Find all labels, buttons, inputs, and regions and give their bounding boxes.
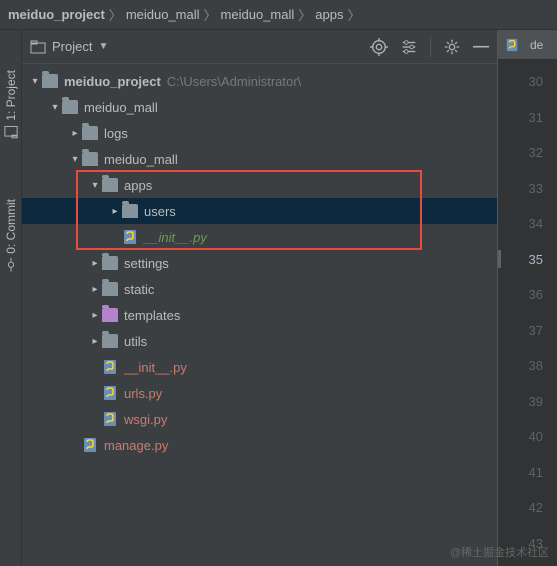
python-file-icon bbox=[504, 37, 520, 53]
line-number[interactable]: 39 bbox=[498, 384, 557, 420]
tree-node[interactable]: ▸ static bbox=[22, 276, 497, 302]
chevron-down-icon[interactable]: ▾ bbox=[68, 154, 82, 165]
watermark: @稀土掘金技术社区 bbox=[450, 544, 549, 560]
chevron-right-icon[interactable]: ▸ bbox=[88, 336, 102, 347]
tree-node[interactable]: ▾ meiduo_mall bbox=[22, 146, 497, 172]
tree-node[interactable]: ▸ templates bbox=[22, 302, 497, 328]
chevron-right-icon[interactable]: ▸ bbox=[88, 284, 102, 295]
project-tree[interactable]: ▾ meiduo_project C:\Users\Administrator\… bbox=[22, 64, 497, 566]
breadcrumb: meiduo_project 〉 meiduo_mall 〉 meiduo_ma… bbox=[0, 0, 557, 30]
editor-tab[interactable]: de bbox=[498, 30, 557, 60]
tree-node-file[interactable]: __init__.py bbox=[22, 354, 497, 380]
tree-node-users[interactable]: ▸ users bbox=[22, 198, 497, 224]
gear-icon[interactable] bbox=[443, 38, 461, 56]
line-number[interactable]: 30 bbox=[498, 64, 557, 100]
editor-gutter: de 3031323334353637383940414243 bbox=[497, 30, 557, 566]
folder-icon bbox=[102, 308, 118, 322]
breadcrumb-item[interactable]: apps bbox=[315, 7, 343, 22]
breadcrumb-item[interactable]: meiduo_project bbox=[8, 7, 105, 22]
tree-node-root[interactable]: ▾ meiduo_project C:\Users\Administrator\ bbox=[22, 68, 497, 94]
chevron-right-icon[interactable]: ▸ bbox=[88, 258, 102, 269]
minimize-icon[interactable]: — bbox=[473, 38, 489, 56]
chevron-right-icon[interactable]: ▸ bbox=[68, 128, 82, 139]
line-number[interactable]: 31 bbox=[498, 100, 557, 136]
line-number[interactable]: 35 bbox=[498, 242, 557, 278]
tree-node-file[interactable]: __init__.py bbox=[22, 224, 497, 250]
settings-sliders-icon[interactable] bbox=[400, 38, 418, 56]
tree-node-apps[interactable]: ▾ apps bbox=[22, 172, 497, 198]
folder-icon bbox=[82, 152, 98, 166]
separator bbox=[430, 37, 431, 57]
tree-node[interactable]: ▸ settings bbox=[22, 250, 497, 276]
line-number[interactable]: 41 bbox=[498, 455, 557, 491]
chevron-right-icon: 〉 bbox=[109, 5, 122, 24]
commit-tool-tab[interactable]: 0: Commit bbox=[4, 199, 18, 272]
chevron-right-icon: 〉 bbox=[347, 5, 360, 24]
project-icon bbox=[4, 125, 18, 139]
line-number[interactable]: 40 bbox=[498, 419, 557, 455]
line-number[interactable]: 38 bbox=[498, 348, 557, 384]
tree-node-file[interactable]: manage.py bbox=[22, 432, 497, 458]
chevron-right-icon[interactable]: ▸ bbox=[108, 206, 122, 217]
folder-icon bbox=[102, 256, 118, 270]
tree-node[interactable]: ▸ logs bbox=[22, 120, 497, 146]
folder-icon bbox=[42, 74, 58, 88]
tree-node[interactable]: ▾ meiduo_mall bbox=[22, 94, 497, 120]
python-file-icon bbox=[102, 411, 118, 427]
chevron-down-icon[interactable]: ▾ bbox=[28, 76, 42, 87]
tool-window-tabs: 1: Project 0: Commit bbox=[0, 30, 22, 566]
line-number[interactable]: 32 bbox=[498, 135, 557, 171]
python-file-icon bbox=[82, 437, 98, 453]
tree-node-file[interactable]: urls.py bbox=[22, 380, 497, 406]
folder-icon bbox=[82, 126, 98, 140]
chevron-right-icon: 〉 bbox=[298, 5, 311, 24]
target-icon[interactable] bbox=[370, 38, 388, 56]
python-file-icon bbox=[102, 385, 118, 401]
folder-icon bbox=[102, 282, 118, 296]
project-tool-tab[interactable]: 1: Project bbox=[4, 70, 18, 139]
tree-node-file[interactable]: wsgi.py bbox=[22, 406, 497, 432]
line-number[interactable]: 33 bbox=[498, 171, 557, 207]
python-file-icon bbox=[122, 229, 138, 245]
folder-icon bbox=[102, 178, 118, 192]
breadcrumb-item[interactable]: meiduo_mall bbox=[126, 7, 200, 22]
commit-icon bbox=[4, 257, 18, 271]
chevron-down-icon[interactable]: ▾ bbox=[88, 180, 102, 191]
folder-icon bbox=[102, 334, 118, 348]
project-panel: Project ▼ — ▾ meiduo_project C:\Users\Ad… bbox=[22, 30, 497, 566]
line-number[interactable]: 37 bbox=[498, 313, 557, 349]
line-number[interactable]: 34 bbox=[498, 206, 557, 242]
tree-node[interactable]: ▸ utils bbox=[22, 328, 497, 354]
folder-icon bbox=[122, 204, 138, 218]
chevron-down-icon[interactable]: ▾ bbox=[48, 102, 62, 113]
line-number[interactable]: 36 bbox=[498, 277, 557, 313]
project-icon bbox=[30, 39, 46, 55]
python-file-icon bbox=[102, 359, 118, 375]
dropdown-icon: ▼ bbox=[98, 41, 108, 52]
chevron-right-icon: 〉 bbox=[204, 5, 217, 24]
folder-icon bbox=[62, 100, 78, 114]
panel-title[interactable]: Project ▼ bbox=[30, 39, 108, 55]
chevron-right-icon[interactable]: ▸ bbox=[88, 310, 102, 321]
line-number[interactable]: 42 bbox=[498, 490, 557, 526]
breadcrumb-item[interactable]: meiduo_mall bbox=[221, 7, 295, 22]
